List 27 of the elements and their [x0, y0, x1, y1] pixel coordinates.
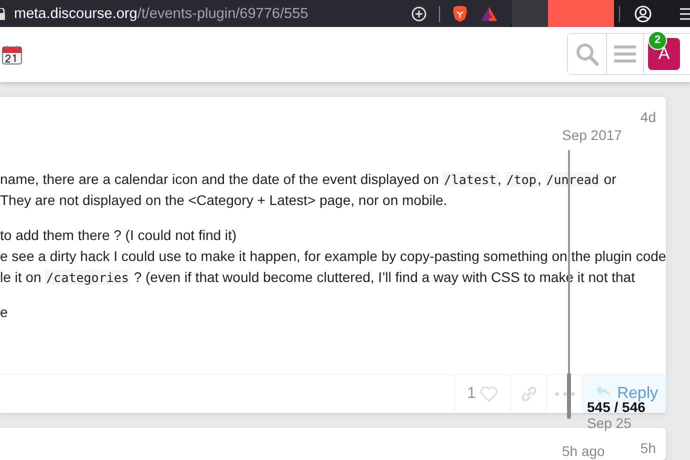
- post-text-line: name, there are a calendar icon and the date of the event displayed on /latest, /top, /unread or: [0, 170, 616, 189]
- post-age: 4d: [640, 109, 656, 127]
- timeline-end-date[interactable]: 5h ago: [562, 443, 605, 459]
- like-button[interactable]: 1: [454, 375, 510, 413]
- timeline-start-date[interactable]: Sep 2017: [562, 127, 622, 143]
- post-age: 5h: [640, 440, 656, 458]
- current-post-date: Sep 25: [587, 415, 632, 431]
- menu-icon: [614, 44, 636, 62]
- lion-shield-icon[interactable]: [452, 4, 468, 22]
- post-text-line: to add them there ? (I could not find it): [0, 226, 237, 245]
- post-position: 545 / 546: [587, 400, 646, 414]
- triangle-icon[interactable]: [480, 6, 498, 22]
- lock-icon: [0, 8, 6, 20]
- timeline-handle[interactable]: [567, 372, 571, 419]
- post-text-line: They are not displayed on the <Category + Latest> page, nor on mobile.: [0, 191, 448, 210]
- search-icon: [575, 42, 599, 66]
- link-icon: [520, 385, 538, 403]
- post-text-line: e: [0, 303, 8, 322]
- more-icon: [554, 392, 574, 396]
- calendar-icon[interactable]: [2, 44, 22, 64]
- reply-icon: [595, 384, 612, 398]
- account-icon[interactable]: [634, 4, 652, 22]
- heart-icon: [480, 386, 498, 402]
- post-text-line: e see a dirty hack I could use to make it happen, for example by copy-pasting something on the plugin code: [0, 247, 666, 266]
- menu-icon[interactable]: [680, 6, 690, 20]
- add-icon[interactable]: [411, 6, 427, 22]
- address-bar[interactable]: meta.discourse.org/t/events-plugin/69776/555: [0, 0, 512, 27]
